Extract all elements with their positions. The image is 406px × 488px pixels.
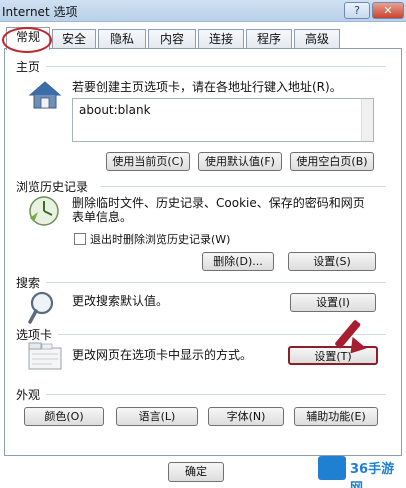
accessibility-button[interactable]: 辅助功能(E) (294, 407, 378, 426)
home-url-value: about:blank (79, 103, 151, 117)
colors-button[interactable]: 颜色(O) (24, 407, 104, 426)
tabs-description: 更改网页在选项卡中显示的方式。 (72, 348, 253, 362)
search-description: 更改搜索默认值。 (72, 294, 169, 308)
fonts-button[interactable]: 字体(N) (208, 407, 284, 426)
home-url-scrollbar[interactable] (361, 99, 373, 141)
search-divider (46, 282, 386, 283)
window-title: Internet 选项 (2, 5, 78, 19)
history-divider (100, 186, 386, 187)
site-watermark: 36手游网 (318, 452, 404, 488)
delete-on-exit-label: 退出时删除浏览历史记录(W) (90, 233, 231, 246)
history-description-line1: 删除临时文件、历史记录、Cookie、保存的密码和网页 (72, 196, 365, 210)
use-current-button[interactable]: 使用当前页(C) (106, 152, 190, 171)
magnifier-icon (28, 291, 54, 324)
ok-button[interactable]: 确定 (168, 462, 224, 482)
search-section-label: 搜索 (16, 276, 41, 290)
delete-history-button[interactable]: 删除(D)... (202, 252, 274, 271)
close-button[interactable]: ✕ (372, 2, 404, 19)
home-url-textarea[interactable]: about:blank (72, 98, 374, 142)
house-icon (28, 81, 62, 109)
home-section-label: 主页 (16, 60, 41, 74)
languages-button[interactable]: 语言(L) (116, 407, 198, 426)
appearance-divider (46, 394, 386, 395)
use-default-button[interactable]: 使用默认值(F) (198, 152, 282, 171)
watermark-text: 36手游网 (350, 462, 395, 488)
history-clock-icon (29, 196, 59, 226)
history-section-label: 浏览历史记录 (16, 180, 89, 194)
watermark-logo (318, 456, 346, 480)
tab-security[interactable]: 安全 (52, 29, 96, 49)
tabs-divider (58, 334, 386, 335)
appearance-section-label: 外观 (16, 388, 41, 402)
delete-on-exit-checkbox[interactable] (74, 233, 86, 245)
tabs-section-label: 选项卡 (16, 328, 53, 342)
search-settings-button[interactable]: 设置(I) (290, 293, 376, 312)
tab-strip: 常规 安全 隐私 内容 连接 程序 高级 (0, 27, 406, 50)
title-bar: Internet 选项 ? ✕ (0, 0, 406, 22)
tab-connections[interactable]: 连接 (198, 29, 244, 49)
use-blank-button[interactable]: 使用空白页(B) (290, 152, 374, 171)
tab-advanced[interactable]: 高级 (294, 29, 340, 49)
home-description: 若要创建主页选项卡，请在各地址行键入地址(R)。 (72, 80, 342, 94)
highlight-circle (2, 27, 52, 53)
tabs-window-icon (28, 342, 62, 370)
history-settings-button[interactable]: 设置(S) (288, 252, 376, 271)
home-divider (46, 66, 386, 67)
history-description-line2: 表单信息。 (72, 210, 133, 224)
tab-privacy[interactable]: 隐私 (98, 29, 146, 49)
tab-content[interactable]: 内容 (148, 29, 196, 49)
tab-programs[interactable]: 程序 (246, 29, 292, 49)
help-button[interactable]: ? (344, 2, 370, 19)
